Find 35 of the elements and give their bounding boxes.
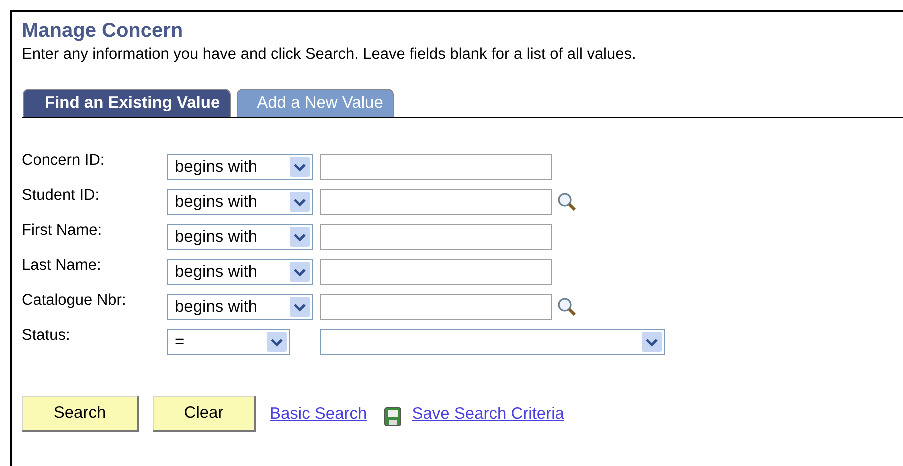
- caret-icon: [642, 332, 662, 352]
- search-icon[interactable]: [557, 297, 577, 317]
- field-label: First Name:: [22, 222, 104, 240]
- field-label: Last Name:: [22, 257, 102, 275]
- caret-icon: [290, 157, 310, 177]
- input-field[interactable]: [320, 154, 552, 180]
- input-field[interactable]: [320, 189, 552, 215]
- input-field[interactable]: [320, 259, 552, 285]
- link[interactable]: Basic Search: [270, 404, 368, 424]
- action-button[interactable]: Search: [22, 396, 139, 432]
- page-title: Manage Concern: [22, 20, 184, 43]
- action-button[interactable]: Clear: [153, 396, 256, 432]
- operator-dropdown[interactable]: begins with: [167, 259, 313, 285]
- caret-icon: [290, 297, 310, 317]
- caret-icon: [290, 262, 310, 282]
- search-icon[interactable]: [557, 192, 577, 212]
- field-label: Catalogue Nbr:: [22, 292, 128, 310]
- caret-icon: [290, 192, 310, 212]
- field-label: Concern ID:: [22, 152, 106, 170]
- operator-dropdown[interactable]: =: [167, 329, 290, 355]
- caret-icon: [267, 332, 287, 352]
- operator-dropdown[interactable]: begins with: [167, 294, 313, 320]
- tab[interactable]: Find an Existing Value: [23, 89, 232, 117]
- operator-dropdown[interactable]: begins with: [167, 224, 313, 250]
- input-field[interactable]: [320, 224, 552, 250]
- operator-dropdown[interactable]: begins with: [167, 154, 313, 180]
- field-label: Status:: [22, 327, 72, 345]
- caret-icon: [290, 227, 310, 247]
- operator-dropdown[interactable]: begins with: [167, 189, 313, 215]
- save-icon[interactable]: [384, 407, 402, 427]
- field-label: Student ID:: [22, 187, 101, 205]
- instructions-text: Enter any information you have and click Search. Leave fields blank for a list of all values.: [22, 46, 638, 64]
- value-dropdown[interactable]: [320, 329, 665, 355]
- input-field[interactable]: [320, 294, 552, 320]
- link[interactable]: Save Search Criteria: [412, 404, 564, 424]
